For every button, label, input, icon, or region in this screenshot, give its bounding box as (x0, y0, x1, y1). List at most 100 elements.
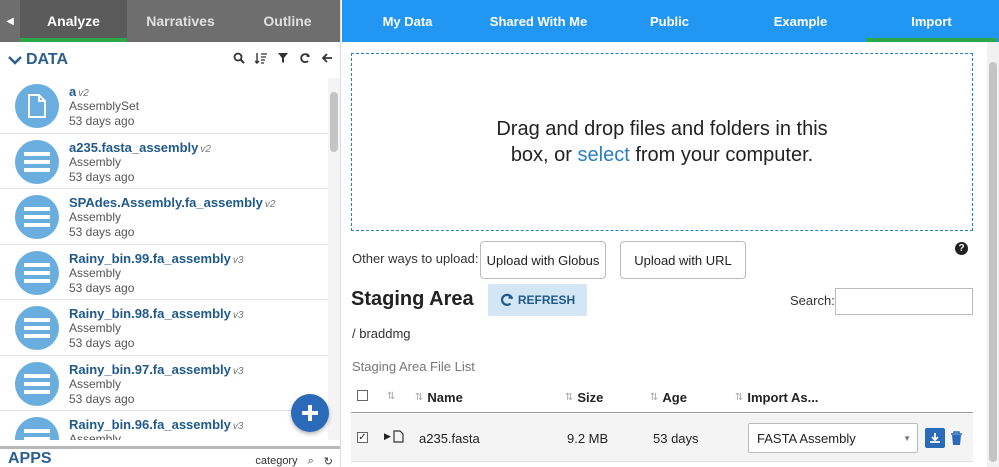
chevron-down-icon (8, 56, 22, 65)
column-age[interactable]: ⇅ Age (650, 390, 687, 405)
item-age: 53 days ago (69, 336, 135, 350)
left-tab-bar: ◀ Analyze Narratives Outline (0, 0, 340, 42)
other-ways-label: Other ways to upload: (352, 251, 479, 266)
item-version: v3 (232, 421, 244, 432)
file-size: 9.2 MB (567, 431, 609, 446)
list-item[interactable]: SPAdes.Assembly.fa_assembly v2 Assembly 5… (0, 189, 328, 245)
assembly-icon (15, 195, 59, 239)
plus-icon (302, 405, 318, 421)
item-age: 53 days ago (69, 280, 135, 295)
item-name[interactable]: a v2 (69, 84, 89, 99)
caret-right-icon: ▶ (384, 431, 391, 441)
item-version: v3 (232, 310, 244, 321)
tab-narratives[interactable]: Narratives (127, 0, 234, 42)
data-panel-header: DATA (0, 44, 340, 76)
data-panel-title[interactable]: DATA (8, 51, 68, 69)
item-age: 53 days ago (69, 225, 135, 239)
file-name: a235.fasta (419, 431, 480, 446)
item-type: Assembly (69, 210, 122, 224)
narrative-app: ◀ Analyze Narratives Outline DATA a v2 A… (0, 0, 999, 467)
list-item[interactable]: Rainy_bin.97.fa_assembly v3 Assembly 53 d… (0, 356, 328, 411)
file-drop-zone[interactable]: Drag and drop files and folders in this … (351, 53, 973, 231)
list-item[interactable]: Rainy_bin.96.fa_assembly v3 Assembly (0, 411, 328, 440)
refresh-icon[interactable] (299, 52, 311, 64)
expand-row-toggle[interactable]: ▶ (384, 430, 404, 443)
tab-import[interactable]: Import (866, 0, 997, 42)
item-type: Assembly (69, 154, 122, 169)
drop-instructions: Drag and drop files and folders in this … (496, 118, 828, 166)
data-list-scrollbar[interactable] (328, 78, 340, 440)
panel-divider[interactable] (0, 446, 340, 449)
item-version: v3 (232, 254, 244, 266)
scrollbar-thumb[interactable] (330, 92, 338, 152)
item-age: 53 days ago (69, 169, 135, 184)
item-age: 53 days ago (69, 391, 135, 406)
filter-icon[interactable] (277, 52, 289, 64)
search-icon[interactable] (233, 52, 245, 64)
tab-my-data[interactable]: My Data (342, 0, 473, 42)
delete-button[interactable] (949, 430, 963, 446)
list-item[interactable]: Rainy_bin.98.fa_assembly v3 Assembly 53 d… (0, 300, 328, 356)
import-type-select[interactable]: FASTA Assembly ▼ (748, 423, 918, 453)
item-name[interactable]: Rainy_bin.98.fa_assembly v3 (69, 306, 243, 321)
refresh-icon[interactable]: ↻ (324, 455, 333, 467)
add-data-button[interactable] (291, 394, 329, 432)
upload-globus-button[interactable]: Upload with Globus (480, 241, 606, 279)
upload-url-button[interactable]: Upload with URL (620, 241, 746, 279)
file-icon (15, 84, 59, 128)
search-label: Search: (790, 293, 835, 308)
item-type: AssemblySet (69, 99, 140, 113)
scrollbar-thumb[interactable] (989, 62, 997, 462)
apps-title[interactable]: APPS (8, 450, 52, 467)
item-name[interactable]: SPAdes.Assembly.fa_assembly v2 (69, 195, 275, 210)
item-version: v3 (232, 365, 244, 377)
file-age: 53 days (653, 431, 699, 446)
refresh-button[interactable]: REFRESH (488, 284, 587, 316)
row-checkbox[interactable]: ✓ (357, 432, 368, 443)
staging-search-input[interactable] (835, 288, 973, 315)
column-size[interactable]: ⇅ Size (565, 390, 603, 405)
chevron-down-icon: ▼ (903, 434, 911, 443)
list-item[interactable]: Rainy_bin.99.fa_assembly v3 Assembly 53 d… (0, 245, 328, 300)
assembly-icon (15, 306, 59, 350)
help-icon[interactable]: ? (955, 242, 968, 255)
staging-table-header: ⇅ ⇅ Name ⇅ Size ⇅ Age ⇅ Import As... (351, 381, 973, 413)
list-item[interactable]: a v2 AssemblySet 53 days ago (0, 78, 328, 134)
item-type: Assembly (69, 376, 122, 391)
sort-icon[interactable]: ⇅ (387, 391, 395, 402)
data-browser-tabs: My Data Shared With Me Public Example Im… (342, 0, 999, 42)
apps-toolbar: category ⌕ ↻ (255, 455, 333, 467)
column-import-as[interactable]: ⇅ Import As... (735, 390, 818, 405)
item-name[interactable]: a235.fasta_assembly v2 (69, 140, 211, 155)
data-title-text: DATA (26, 51, 69, 68)
list-item[interactable]: a235.fasta_assembly v2 Assembly 53 days a… (0, 134, 328, 189)
tab-analyze[interactable]: Analyze (20, 0, 127, 42)
select-link[interactable]: select (578, 144, 630, 166)
tab-outline[interactable]: Outline (234, 0, 340, 42)
tab-shared-with-me[interactable]: Shared With Me (473, 0, 604, 42)
column-name[interactable]: ⇅ Name (415, 390, 463, 405)
tab-example[interactable]: Example (735, 0, 866, 42)
category-filter[interactable]: category (255, 455, 297, 467)
collapse-panel-icon[interactable]: ◀ (0, 0, 20, 42)
tab-public[interactable]: Public (604, 0, 735, 42)
search-icon[interactable]: ⌕ (308, 455, 314, 467)
assembly-icon (15, 361, 59, 406)
sort-icon[interactable] (255, 52, 267, 64)
import-scrollbar[interactable] (987, 42, 999, 467)
item-name[interactable]: Rainy_bin.99.fa_assembly v3 (69, 251, 243, 266)
assembly-icon (15, 139, 59, 184)
item-name[interactable]: Rainy_bin.97.fa_assembly v3 (69, 362, 243, 377)
item-type: Assembly (69, 265, 122, 280)
assembly-icon (15, 417, 59, 440)
arrow-left-icon[interactable] (321, 52, 333, 64)
item-name[interactable]: Rainy_bin.96.fa_assembly v3 (69, 417, 243, 432)
download-icon (930, 433, 940, 443)
item-age: 53 days ago (69, 114, 135, 128)
download-button[interactable] (925, 428, 945, 448)
left-panel: ◀ Analyze Narratives Outline DATA a v2 A… (0, 0, 341, 467)
item-version: v2 (78, 88, 89, 99)
select-all-checkbox[interactable] (357, 390, 368, 401)
item-version: v2 (200, 143, 211, 155)
apps-panel-header: APPS category ⌕ ↻ (0, 450, 340, 467)
